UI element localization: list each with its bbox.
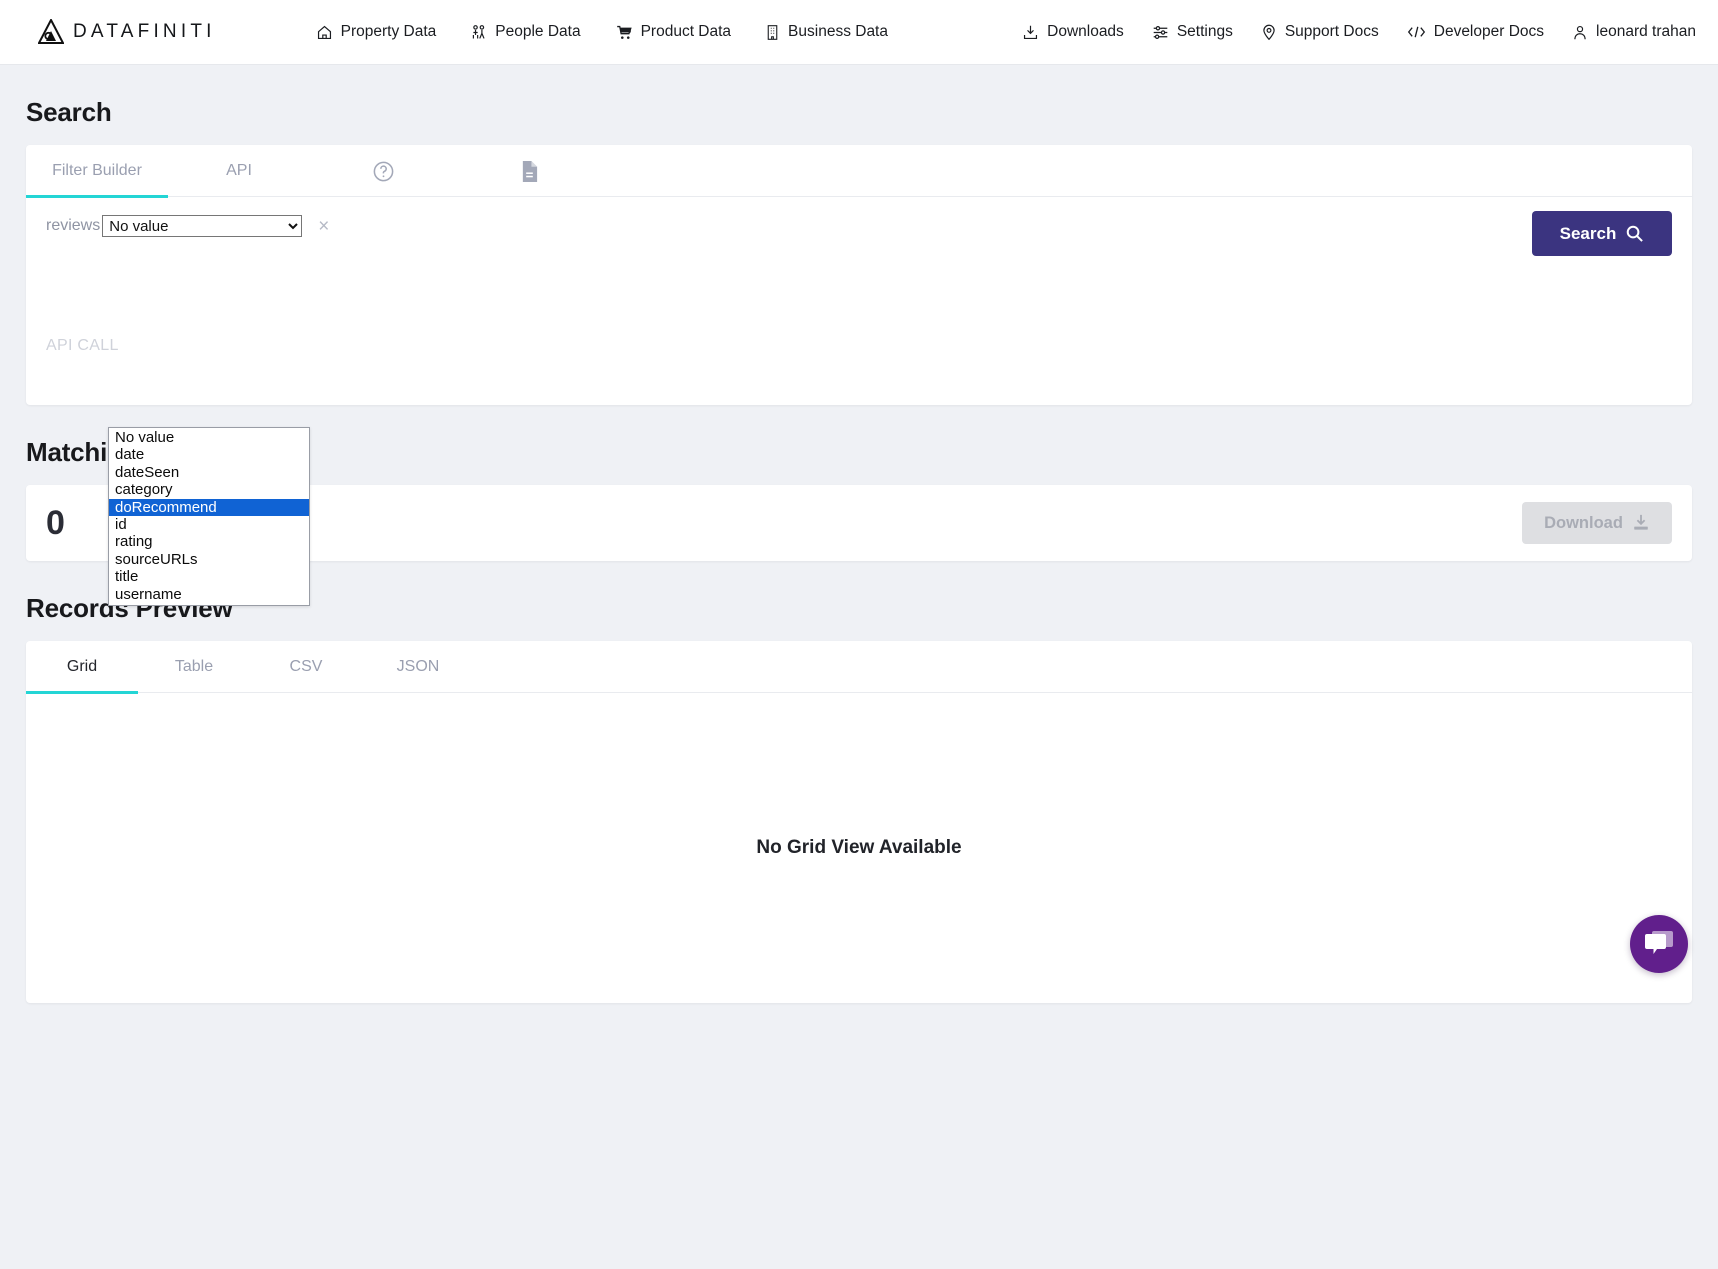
search-icon	[1625, 224, 1644, 243]
dropdown-option[interactable]: No value	[109, 429, 309, 446]
filter-value-dropdown-list[interactable]: No value date dateSeen category doRecommend i…	[108, 427, 310, 607]
nav-label: Property Data	[340, 23, 437, 40]
tab-table[interactable]: Table	[138, 641, 250, 693]
matching-records-count: 0	[46, 503, 65, 542]
tab-api[interactable]: API	[168, 145, 310, 197]
nav-label: Support Docs	[1284, 23, 1379, 40]
download-icon	[1022, 24, 1039, 41]
remove-filter-button[interactable]: ×	[318, 217, 329, 236]
page-content: Search Filter Builder API reviews No val…	[0, 97, 1718, 1003]
dropdown-option[interactable]: sourceURLs	[109, 551, 309, 568]
brand-logo[interactable]: DATAFINITI	[38, 19, 216, 45]
filter-row: reviews No value ×	[46, 215, 1672, 237]
tab-csv[interactable]: CSV	[250, 641, 362, 693]
dropdown-option[interactable]: category	[109, 481, 309, 498]
nav-item-business-data[interactable]: Business Data	[765, 23, 888, 41]
download-tray-icon	[1632, 514, 1650, 532]
tab-label: Grid	[66, 658, 98, 675]
download-button-label: Download	[1544, 513, 1623, 532]
dropdown-option[interactable]: username	[109, 586, 309, 603]
map-pin-icon	[1261, 24, 1277, 41]
document-icon	[520, 160, 539, 183]
search-button[interactable]: Search	[1532, 211, 1672, 256]
shopping-cart-icon	[615, 24, 633, 41]
nav-item-user-account[interactable]: leonard trahan	[1572, 23, 1696, 41]
records-preview-tabstrip: Grid Table CSV JSON	[26, 641, 1692, 694]
help-circle-icon	[372, 160, 395, 183]
sliders-icon	[1152, 24, 1169, 41]
dropdown-option[interactable]: dateSeen	[109, 464, 309, 481]
code-brackets-icon	[1407, 24, 1426, 40]
tab-label: API	[226, 162, 252, 179]
tab-help[interactable]	[310, 145, 456, 197]
dropdown-option[interactable]: id	[109, 516, 309, 533]
nav-item-product-data[interactable]: Product Data	[615, 23, 731, 41]
download-button[interactable]: Download	[1522, 502, 1672, 544]
tab-label: Table	[174, 658, 214, 675]
dropdown-option[interactable]: rating	[109, 533, 309, 550]
chat-bubbles-icon	[1643, 929, 1675, 959]
home-icon	[316, 24, 333, 41]
user-icon	[1572, 24, 1588, 41]
nav-label: Developer Docs	[1433, 23, 1545, 40]
nav-item-settings[interactable]: Settings	[1152, 23, 1233, 41]
building-icon	[765, 24, 780, 41]
nav-label: Business Data	[788, 23, 888, 40]
nav-item-property-data[interactable]: Property Data	[316, 23, 437, 41]
tab-label: Filter Builder	[52, 162, 142, 179]
chat-widget-button[interactable]	[1630, 915, 1688, 973]
filter-value-select[interactable]: No value	[102, 215, 303, 237]
secondary-nav-group: Downloads Settings Support Docs Develope…	[1022, 23, 1696, 41]
dropdown-option[interactable]: title	[109, 568, 309, 585]
tab-label: JSON	[396, 658, 440, 675]
filter-field-label: reviews	[46, 217, 101, 234]
nav-item-support-docs[interactable]: Support Docs	[1261, 23, 1379, 41]
dropdown-option[interactable]: date	[109, 446, 309, 463]
empty-state-message: No Grid View Available	[756, 837, 962, 858]
datafiniti-logo-icon	[38, 19, 64, 45]
nav-item-developer-docs[interactable]: Developer Docs	[1407, 23, 1544, 41]
nav-label: Downloads	[1047, 23, 1124, 40]
records-preview-empty-state: No Grid View Available	[26, 693, 1692, 1003]
nav-label: leonard trahan	[1596, 23, 1696, 40]
nav-label: People Data	[495, 23, 581, 40]
tab-grid[interactable]: Grid	[26, 641, 138, 694]
tab-document[interactable]	[456, 145, 602, 197]
nav-label: Product Data	[640, 23, 732, 40]
dropdown-option[interactable]: doRecommend	[109, 498, 309, 517]
filter-builder-body: reviews No value × API CALL Search	[26, 197, 1692, 405]
tab-label: CSV	[289, 658, 323, 675]
people-icon	[470, 24, 487, 41]
nav-item-downloads[interactable]: Downloads	[1022, 23, 1124, 41]
search-card: Filter Builder API reviews No value × AP…	[26, 145, 1692, 405]
top-navigation-bar: DATAFINITI Property Data People Data Pro…	[0, 0, 1718, 65]
nav-label: Settings	[1176, 23, 1233, 40]
tab-json[interactable]: JSON	[362, 641, 474, 693]
page-title: Search	[26, 97, 112, 127]
search-button-label: Search	[1559, 223, 1617, 243]
nav-item-people-data[interactable]: People Data	[470, 23, 581, 41]
tab-filter-builder[interactable]: Filter Builder	[26, 145, 168, 198]
api-call-label: API CALL	[46, 337, 119, 354]
primary-nav-group: Property Data People Data Product Data B…	[316, 23, 888, 41]
brand-name: DATAFINITI	[73, 21, 216, 42]
search-tabstrip: Filter Builder API	[26, 145, 1692, 198]
records-preview-card: Grid Table CSV JSON No Grid View Availab…	[26, 641, 1692, 1003]
